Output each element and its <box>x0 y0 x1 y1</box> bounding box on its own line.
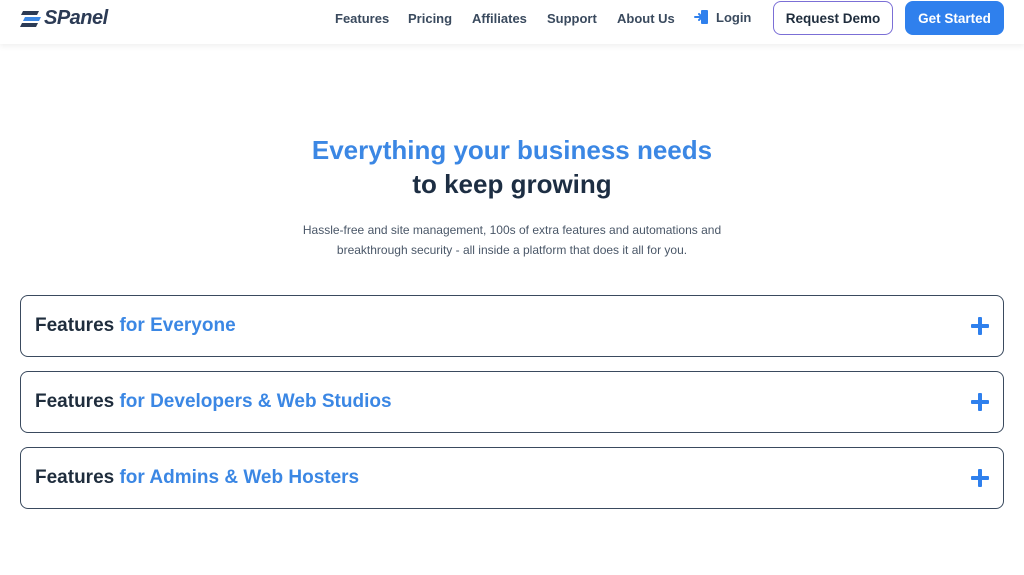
nav-affiliates[interactable]: Affiliates <box>472 11 527 26</box>
accordion-title-highlight: for Admins & Web Hosters <box>119 467 360 488</box>
accordion-title: Features for Developers & Web Studios <box>35 391 392 413</box>
get-started-button[interactable]: Get Started <box>905 1 1004 35</box>
accordion-title: Features for Admins & Web Hosters <box>35 467 359 489</box>
plus-icon[interactable] <box>971 393 989 411</box>
accordion-features-admins[interactable]: Features for Admins & Web Hosters <box>20 447 1004 509</box>
login-door-icon <box>694 10 708 24</box>
nav-pricing[interactable]: Pricing <box>408 11 452 26</box>
hero-title-line2: to keep growing <box>412 169 612 199</box>
hero-title-line1: Everything your business needs <box>311 135 713 165</box>
hero-subtitle-line1: Hassle-free and site management, 100s of… <box>302 223 722 237</box>
request-demo-button[interactable]: Request Demo <box>773 1 893 35</box>
accordion-title-highlight: for Everyone <box>119 315 236 336</box>
hero-subtitle: Hassle-free and site management, 100s of… <box>262 220 762 260</box>
accordion-title-highlight: for Developers & Web Studios <box>119 391 392 412</box>
site-header: SPanel Features Pricing Affiliates Suppo… <box>0 0 1024 44</box>
accordion-title-prefix: Features <box>35 315 115 336</box>
accordion-title: Features for Everyone <box>35 315 236 337</box>
accordion-features-everyone[interactable]: Features for Everyone <box>20 295 1004 357</box>
accordion-title-prefix: Features <box>35 467 115 488</box>
plus-icon[interactable] <box>971 469 989 487</box>
nav-support[interactable]: Support <box>547 11 597 26</box>
accordion-features-developers[interactable]: Features for Developers & Web Studios <box>20 371 1004 433</box>
login-link[interactable]: Login <box>694 9 751 25</box>
login-label: Login <box>716 9 752 25</box>
accordion-title-prefix: Features <box>35 391 115 412</box>
nav-features[interactable]: Features <box>335 11 389 26</box>
plus-icon[interactable] <box>971 317 989 335</box>
nav-about-us[interactable]: About Us <box>617 11 675 26</box>
hero-subtitle-line2: breakthrough security - all inside a pla… <box>336 243 688 257</box>
